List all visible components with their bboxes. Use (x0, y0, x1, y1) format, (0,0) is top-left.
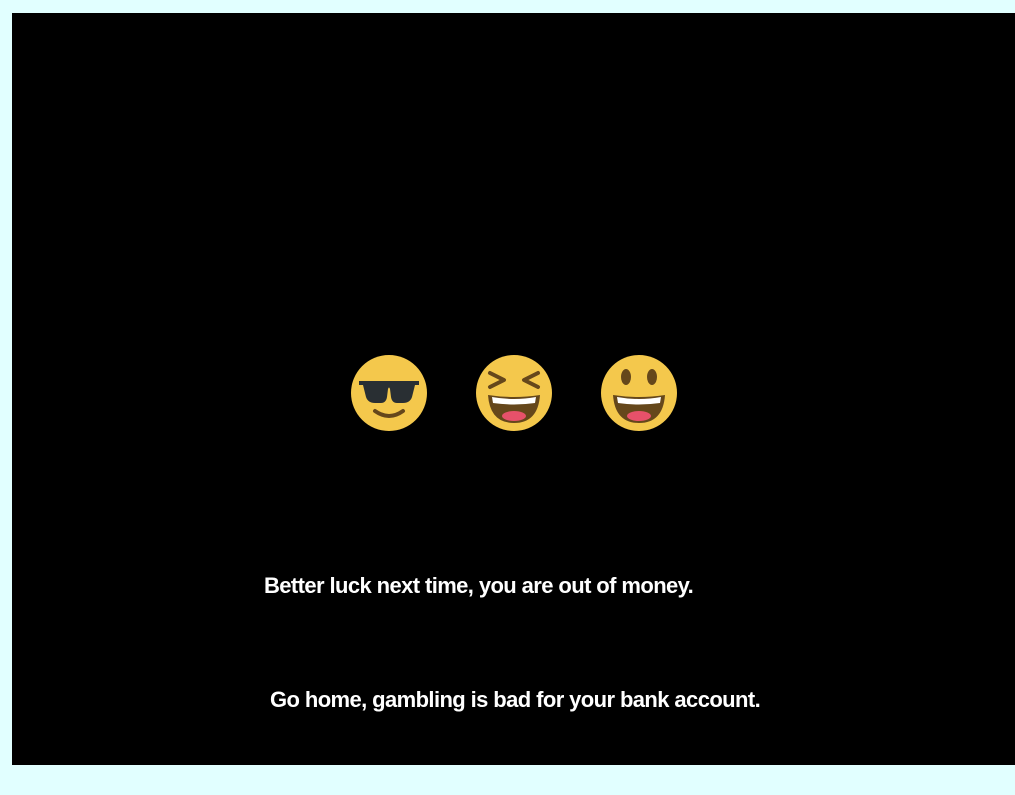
message-line-2: Go home, gambling is bad for your bank a… (270, 687, 761, 712)
big-grin-face-icon (601, 355, 677, 431)
reel-2 (474, 353, 554, 433)
reel-1 (349, 353, 429, 433)
sunglasses-face-icon (351, 355, 427, 431)
slot-machine-display: Better luck next time, you are out of mo… (12, 13, 1015, 765)
squinting-laugh-face-icon (476, 355, 552, 431)
game-over-message: Better luck next time, you are out of mo… (264, 491, 964, 795)
page-frame: Better luck next time, you are out of mo… (0, 0, 1015, 765)
message-line-1: Better luck next time, you are out of mo… (264, 573, 694, 598)
reel-3 (599, 353, 679, 433)
slot-reels (349, 353, 689, 433)
